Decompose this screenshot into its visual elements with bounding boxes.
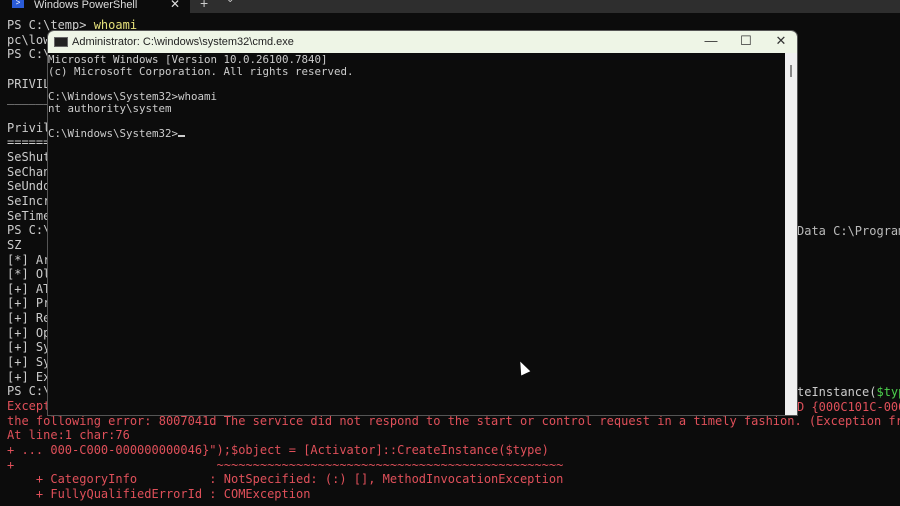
minimize-button[interactable]: — xyxy=(696,33,726,51)
close-button[interactable]: ✕ xyxy=(766,33,796,51)
error-line: At line:1 char:76 xyxy=(7,428,130,443)
error-line: + ... 000-C000-000000000046}");$object =… xyxy=(7,443,549,458)
tab-windows-powershell[interactable]: > Windows PowerShell ✕ xyxy=(0,0,190,13)
cmd-line: C:\Windows\System32> xyxy=(48,127,785,140)
createinstance-text: teInstance( xyxy=(797,385,877,399)
clsid-fragment: D {000C101C-000 xyxy=(797,400,900,414)
maximize-button[interactable]: ☐ xyxy=(731,33,761,51)
error-line: + CategoryInfo : NotSpecified: (:) [], M… xyxy=(7,472,564,487)
scrollbar-thumb[interactable] xyxy=(790,65,792,77)
cmd-title-bar[interactable]: Administrator: C:\windows\system32\cmd.e… xyxy=(48,31,797,53)
type-variable: $typ xyxy=(876,385,900,399)
error-line: + FullyQualifiedErrorId : COMException xyxy=(7,487,311,501)
tab-title: Windows PowerShell xyxy=(34,0,138,11)
powershell-right-fragments: Data C:\Program teInstance($typ D {000C1… xyxy=(797,0,900,414)
cmd-icon xyxy=(54,37,68,47)
text-cursor xyxy=(178,135,186,138)
tab-dropdown-button[interactable]: ⌄ xyxy=(226,0,234,5)
programdata-fragment: Data C:\Program xyxy=(797,224,900,238)
powershell-icon: > xyxy=(12,0,24,8)
cmd-line: (c) Microsoft Corporation. All rights re… xyxy=(48,65,354,79)
cmd-line: nt authority\system xyxy=(48,102,172,116)
cmd-output[interactable]: Microsoft Windows [Version 10.0.26100.78… xyxy=(48,53,785,415)
cmd-window-title: Administrator: C:\windows\system32\cmd.e… xyxy=(72,36,294,48)
terminal-tab-bar: > Windows PowerShell ✕ + ⌄ xyxy=(0,0,900,13)
createinstance-fragment: teInstance($typ xyxy=(797,385,900,399)
new-tab-button[interactable]: + xyxy=(200,0,208,11)
scrollbar[interactable] xyxy=(785,53,797,415)
tab-close-icon[interactable]: ✕ xyxy=(170,0,180,11)
cmd-window[interactable]: Administrator: C:\windows\system32\cmd.e… xyxy=(47,30,798,416)
error-line: + ~~~~~~~~~~~~~~~~~~~~~~~~~~~~~~~~~~~~~~… xyxy=(7,457,564,472)
